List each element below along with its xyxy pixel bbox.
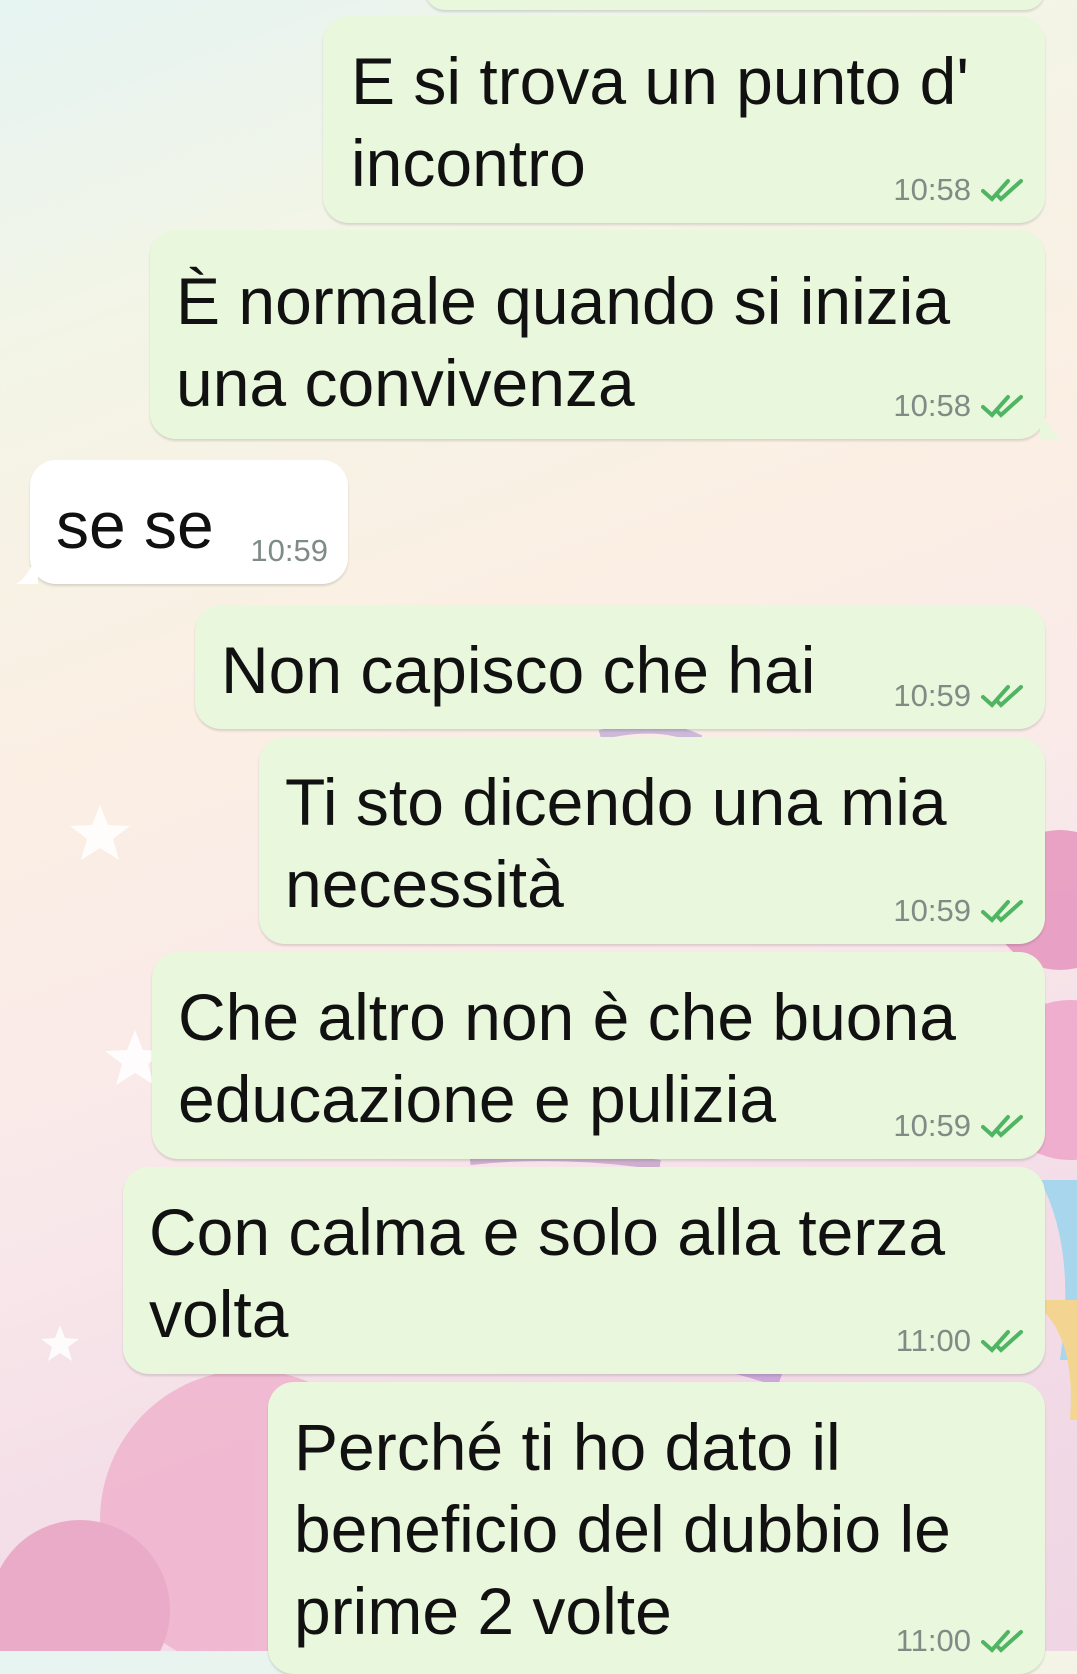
message-meta: 11:00 [896, 1624, 1027, 1658]
message-time: 10:59 [250, 533, 328, 568]
message-meta: 10:59 [893, 1109, 1027, 1143]
outgoing-message-bubble[interactable]: È normale quando si inizia una convivenz… [150, 230, 1045, 439]
message-meta: 10:58 [893, 173, 1027, 207]
message-text: Con calma e solo alla terza volta [149, 1195, 946, 1351]
double-check-icon [981, 1113, 1027, 1139]
message-text: Perché ti ho dato il beneficio del dubbi… [294, 1410, 951, 1648]
double-check-icon [981, 898, 1027, 924]
message-time: 10:59 [893, 678, 971, 713]
outgoing-message-bubble[interactable]: Perché ti ho dato il beneficio del dubbi… [268, 1382, 1045, 1674]
message-meta: 11:00 [896, 1324, 1027, 1358]
message-time: 11:00 [895, 1623, 971, 1658]
double-check-icon [981, 1328, 1027, 1354]
message-time: 10:58 [893, 388, 971, 423]
message-meta: 10:58 [893, 389, 1027, 423]
message-time: 11:00 [895, 1323, 971, 1358]
message-meta: 10:59 [893, 679, 1027, 713]
outgoing-message-bubble[interactable]: Non capisco che hai 10:59 [195, 605, 1045, 729]
double-check-icon [981, 683, 1027, 709]
double-check-icon [981, 393, 1027, 419]
bubble-tail [16, 550, 38, 584]
message-time: 10:59 [893, 1108, 971, 1143]
message-text: Che altro non è che buona educazione e p… [178, 980, 956, 1136]
message-text: E si trova un punto d' incontro [351, 44, 969, 200]
outgoing-message-bubble[interactable]: E si trova un punto d' incontro 10:58 [323, 16, 1045, 223]
message-time: 10:58 [893, 172, 971, 207]
double-check-icon [981, 1628, 1027, 1654]
double-check-icon [981, 177, 1027, 203]
message-meta: 10:59 [250, 534, 328, 568]
outgoing-message-bubble[interactable]: Che altro non è che buona educazione e p… [152, 952, 1045, 1159]
message-time: 10:59 [893, 893, 971, 928]
chat-bubble-fragment [425, 0, 1045, 10]
message-text: È normale quando si inizia una convivenz… [176, 264, 951, 420]
outgoing-message-bubble[interactable]: Ti sto dicendo una mia necessità 10:59 [259, 737, 1045, 944]
message-meta: 10:59 [893, 894, 1027, 928]
bubble-tail [1040, 405, 1062, 439]
incoming-message-bubble[interactable]: se se 10:59 [30, 460, 348, 584]
outgoing-message-bubble[interactable]: Con calma e solo alla terza volta 11:00 [123, 1167, 1045, 1374]
